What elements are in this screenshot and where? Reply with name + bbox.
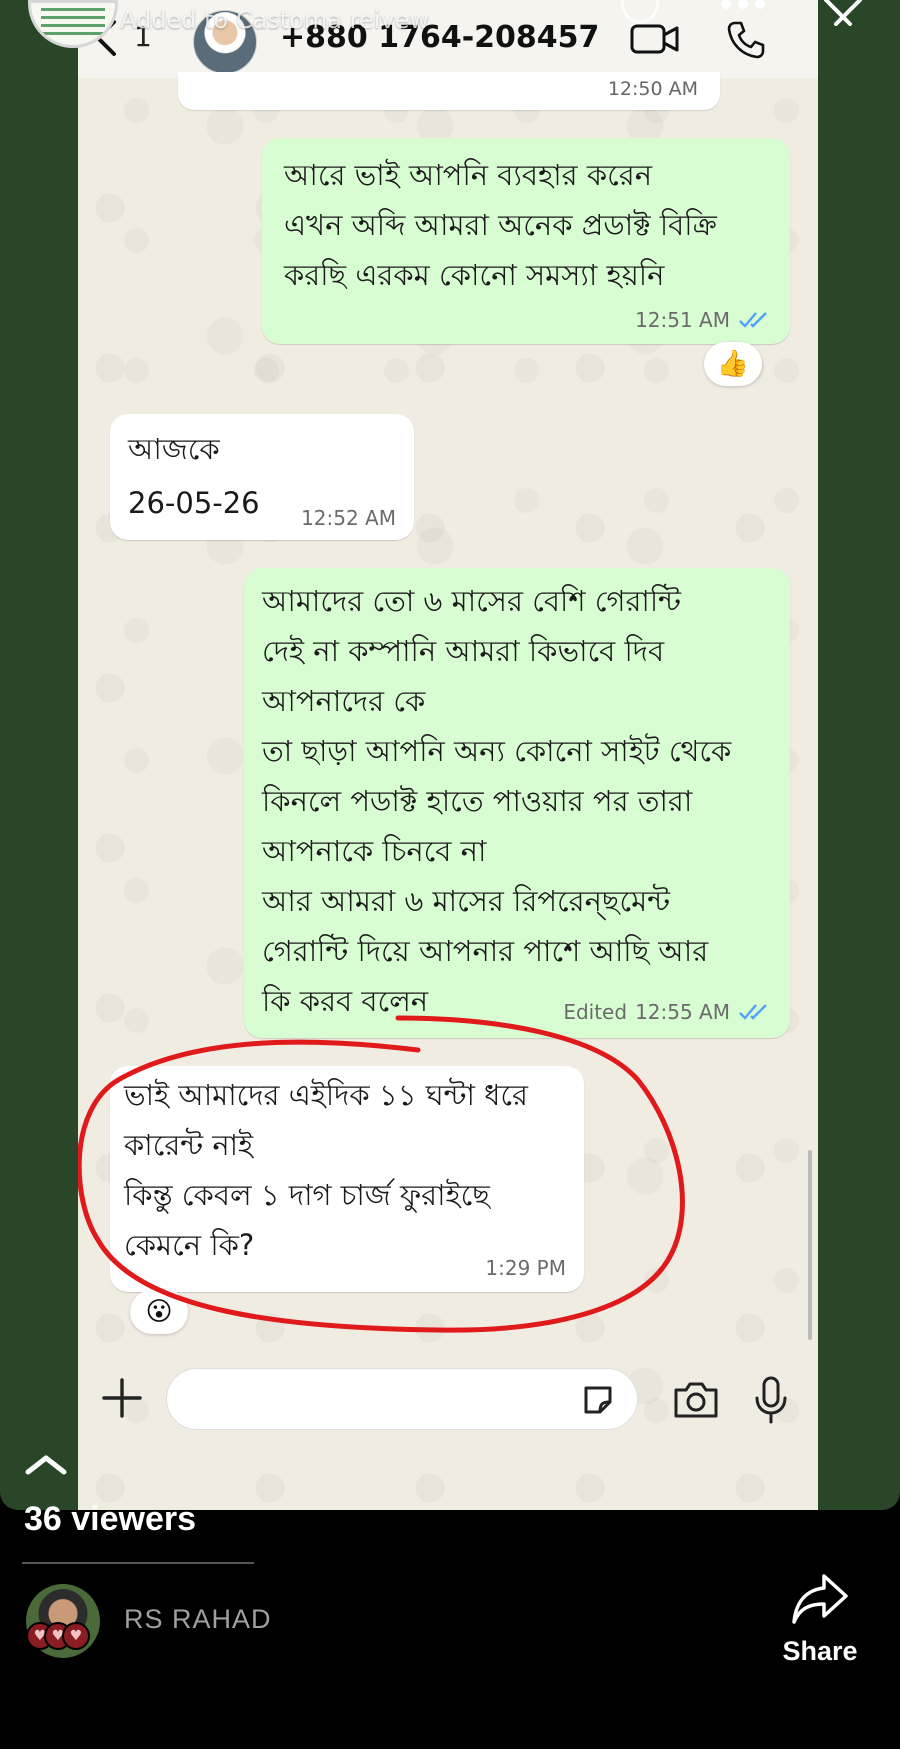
- message-text: আজকে 26-05-26: [128, 432, 260, 520]
- message-time: 12:50 AM: [607, 78, 698, 100]
- message-meta: 1:29 PM: [485, 1256, 566, 1280]
- message-time: 1:29 PM: [485, 1256, 566, 1280]
- share-arrow-icon: [792, 1574, 848, 1624]
- added-to-review-label[interactable]: Added to Castoma reivew: [120, 0, 630, 34]
- heart-icon: ♥: [62, 1622, 90, 1650]
- microphone-icon[interactable]: [754, 1376, 788, 1424]
- message-meta: 12:51 AM: [635, 308, 772, 332]
- reaction-hearts: ♥ ♥ ♥: [26, 1622, 90, 1650]
- viewers-count[interactable]: 36 viewers: [24, 1500, 196, 1539]
- message-text: ভাই আমাদের এইদিক ১১ ঘন্টা ধরে কারেন্ট না…: [124, 1078, 528, 1262]
- message-reaction[interactable]: 😮: [130, 1290, 188, 1334]
- outgoing-message[interactable]: আরে ভাই আপনি ব্যবহার করেন এখন অব্দি আমরা…: [262, 138, 790, 344]
- message-text: আমাদের তো ৬ মাসের বেশি গেরান্টি দেই না ক…: [262, 584, 732, 1018]
- share-label: Share: [782, 1636, 858, 1666]
- close-icon[interactable]: [820, 0, 866, 26]
- sticker-icon[interactable]: [580, 1382, 616, 1418]
- viewer-name[interactable]: RS RAHAD: [124, 1604, 272, 1635]
- message-text: আরে ভাই আপনি ব্যবহার করেন এখন অব্দি আমরা…: [284, 158, 717, 292]
- plus-icon[interactable]: [100, 1376, 144, 1420]
- incoming-message[interactable]: আজকে 26-05-26 12:52 AM: [110, 414, 414, 540]
- video-camera-icon[interactable]: [630, 22, 680, 56]
- edited-label: Edited: [563, 1000, 628, 1024]
- more-dots-icon[interactable]: [718, 0, 768, 14]
- phone-icon[interactable]: [726, 20, 766, 60]
- message-time: 12:51 AM: [635, 308, 730, 332]
- message-input[interactable]: [166, 1368, 638, 1430]
- share-button[interactable]: Share: [770, 1566, 870, 1676]
- scrollbar[interactable]: [808, 1150, 812, 1340]
- previous-message-bubble: 12:50 AM: [178, 72, 720, 110]
- incoming-message[interactable]: ভাই আমাদের এইদিক ১১ ঘন্টা ধরে কারেন্ট না…: [110, 1066, 584, 1292]
- message-time: 12:52 AM: [301, 506, 396, 530]
- double-check-icon: [739, 1004, 767, 1020]
- divider: [22, 1562, 254, 1564]
- thumbs-up-icon: 👍: [716, 349, 750, 379]
- story-card: 1 +880 1764-208457 12:50 AM আরে ভাই আপনি…: [0, 0, 900, 1510]
- chat-screenshot: 1 +880 1764-208457 12:50 AM আরে ভাই আপনি…: [78, 0, 818, 1510]
- message-composer: [78, 1350, 818, 1450]
- surprised-face-icon: 😮: [145, 1297, 173, 1327]
- double-check-icon: [739, 312, 767, 328]
- message-time: 12:55 AM: [635, 1000, 730, 1024]
- message-reaction[interactable]: 👍: [704, 342, 762, 386]
- message-meta: Edited 12:55 AM: [563, 1000, 772, 1024]
- emoji-react-icon[interactable]: [616, 0, 664, 26]
- outgoing-message[interactable]: আমাদের তো ৬ মাসের বেশি গেরান্টি দেই না ক…: [244, 568, 790, 1038]
- camera-icon[interactable]: [672, 1380, 720, 1420]
- message-meta: 12:52 AM: [301, 506, 396, 530]
- chevron-up-icon[interactable]: [22, 1450, 70, 1478]
